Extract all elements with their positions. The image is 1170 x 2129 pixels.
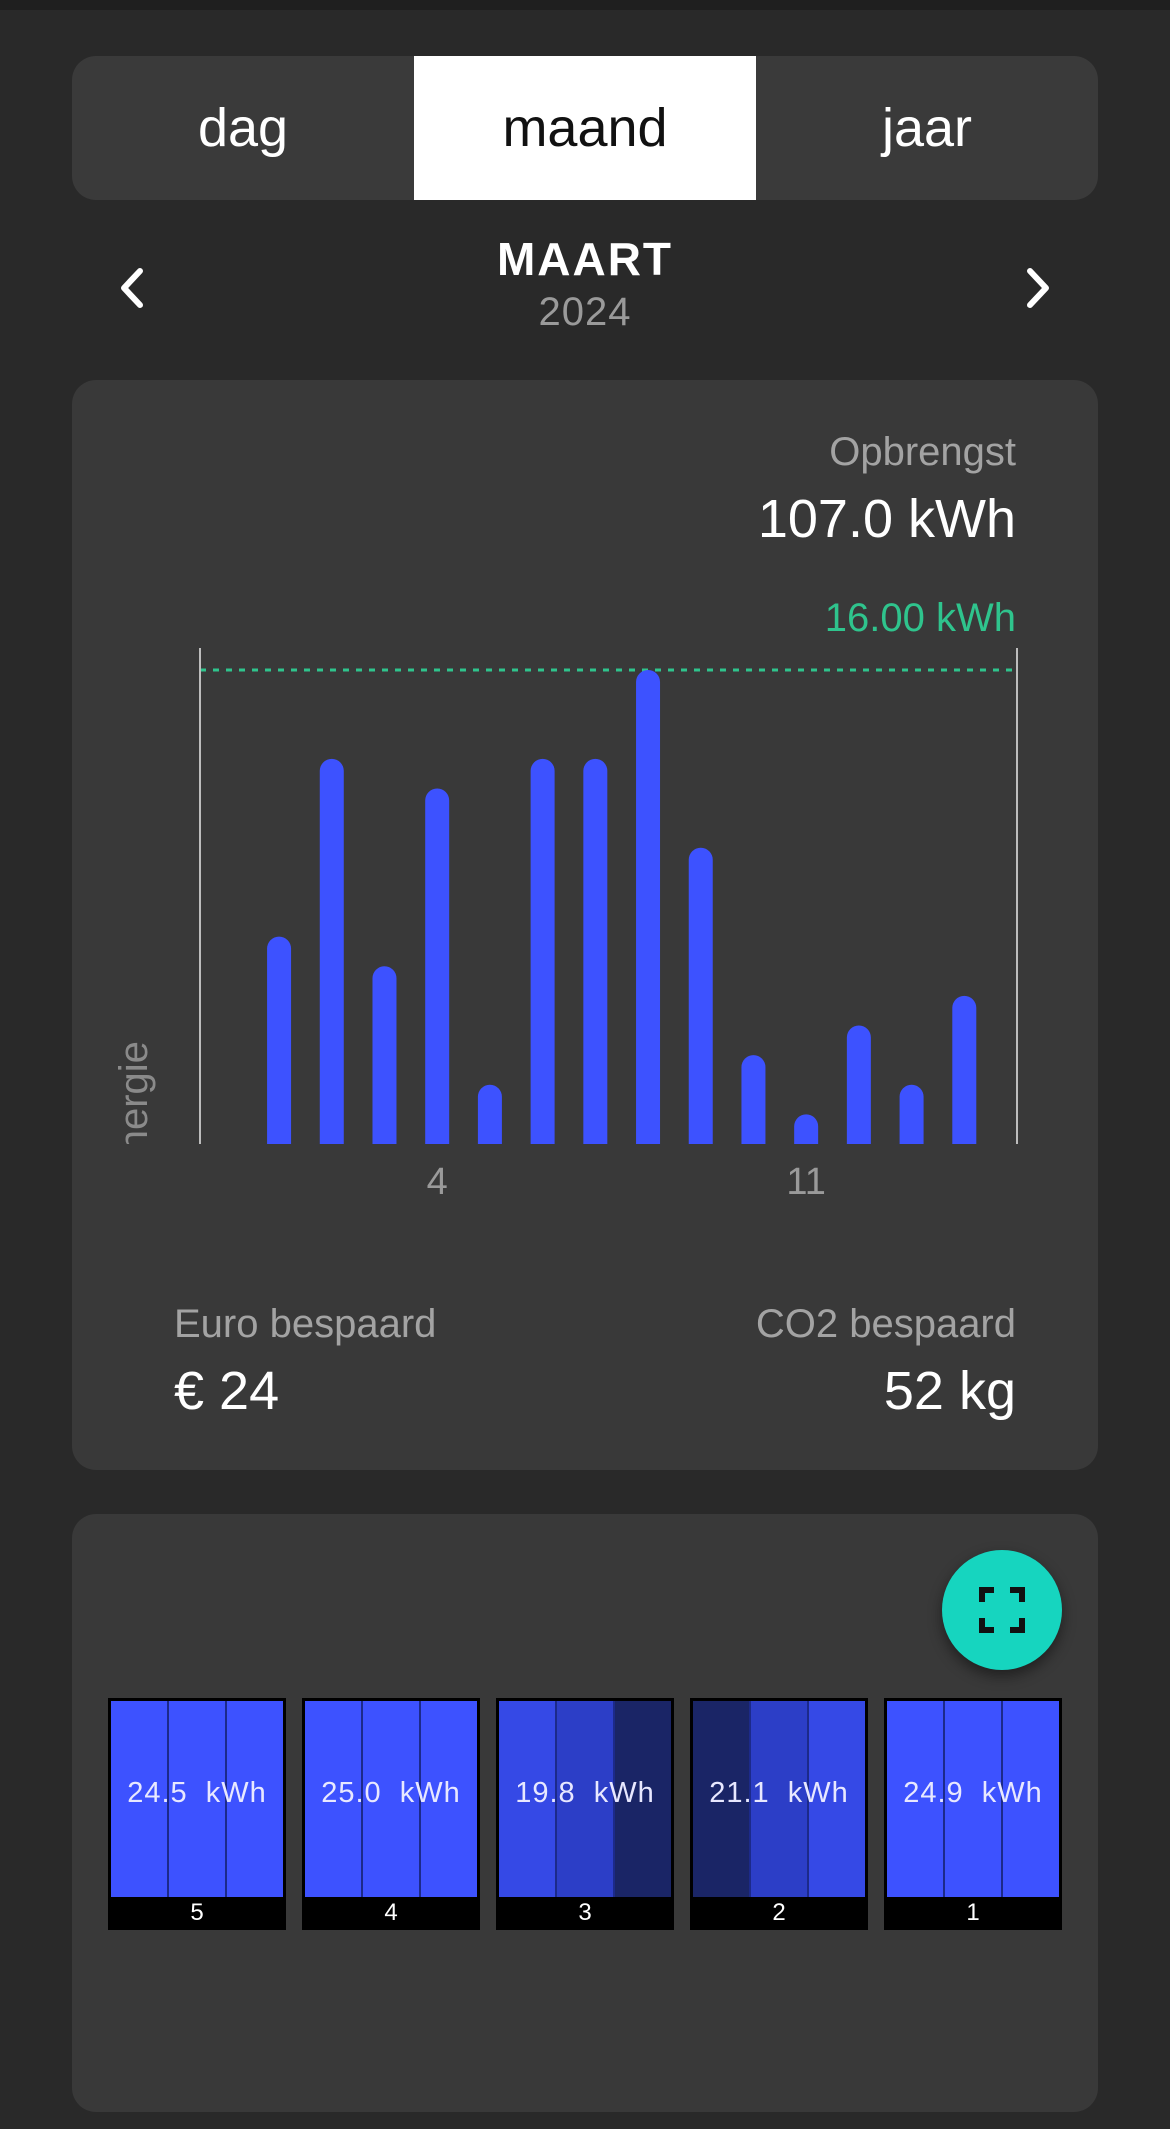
co2-saved-value: 52 kg bbox=[883, 1361, 1016, 1421]
panel-number: 4 bbox=[384, 1899, 398, 1926]
next-period-button[interactable] bbox=[998, 248, 1078, 328]
tab-maand[interactable]: maand bbox=[414, 56, 756, 200]
period-segmented-control: dag maand jaar bbox=[72, 56, 1098, 200]
solar-panel-4[interactable]: 25.0 kWh 4 bbox=[302, 1698, 480, 1930]
solar-panel-2[interactable]: 21.1 kWh 2 bbox=[690, 1698, 868, 1930]
chart-bar bbox=[583, 758, 608, 1156]
x-tick-label: 11 bbox=[786, 1161, 825, 1203]
chart-bar bbox=[741, 1055, 766, 1156]
panel-number: 3 bbox=[578, 1899, 592, 1926]
solar-panels-card: 24.5 kWh 5 25.0 kWh 4 19.8 kWh 3 21.1 kWh 2 24.9… bbox=[72, 1514, 1098, 2112]
panel-energy-value: 24.9 kWh bbox=[903, 1777, 1043, 1809]
fullscreen-button[interactable] bbox=[942, 1550, 1062, 1670]
panel-energy-value: 24.5 kWh bbox=[127, 1777, 267, 1809]
panel-number: 2 bbox=[772, 1899, 786, 1926]
panel-number: 5 bbox=[190, 1899, 204, 1926]
period-month: MAART bbox=[496, 233, 674, 285]
fullscreen-icon bbox=[979, 1587, 1025, 1633]
solar-panel-1[interactable]: 24.9 kWh 1 bbox=[884, 1698, 1062, 1930]
chart-bar bbox=[636, 670, 661, 1156]
energy-summary-card: Opbrengst 107.0 kWh 16.00 kWh Energie 41… bbox=[72, 380, 1098, 1470]
status-bar-strip bbox=[0, 0, 1170, 10]
chart-bar bbox=[846, 1025, 871, 1156]
chart-bar bbox=[530, 758, 555, 1156]
energy-bar-chart: 4 11 bbox=[72, 648, 1098, 1203]
panel-number: 1 bbox=[966, 1899, 980, 1926]
chevron-right-icon bbox=[1027, 268, 1049, 308]
solar-panel-5[interactable]: 24.5 kWh 5 bbox=[108, 1698, 286, 1930]
solar-panel-3[interactable]: 19.8 kWh 3 bbox=[496, 1698, 674, 1930]
panel-energy-value: 19.8 kWh bbox=[515, 1777, 655, 1809]
co2-saved-label: CO2 bespaard bbox=[755, 1302, 1016, 1346]
x-tick-label: 4 bbox=[427, 1161, 448, 1203]
period-navigator: MAART 2024 bbox=[72, 228, 1098, 338]
chart-bar bbox=[952, 995, 977, 1156]
tab-dag[interactable]: dag bbox=[72, 56, 414, 200]
chart-bar bbox=[267, 936, 292, 1156]
euro-saved-label: Euro bespaard bbox=[174, 1302, 437, 1346]
period-year: 2024 bbox=[538, 290, 632, 334]
tab-jaar[interactable]: jaar bbox=[756, 56, 1098, 200]
euro-saved-value: € 24 bbox=[174, 1361, 280, 1421]
chart-bar bbox=[425, 788, 450, 1156]
chart-bar bbox=[319, 758, 344, 1156]
chart-bar bbox=[372, 966, 397, 1156]
chart-baseline-mask bbox=[72, 1144, 1098, 1184]
chart-bar bbox=[688, 847, 713, 1156]
panel-energy-value: 21.1 kWh bbox=[709, 1777, 849, 1809]
panel-energy-value: 25.0 kWh bbox=[321, 1777, 461, 1809]
